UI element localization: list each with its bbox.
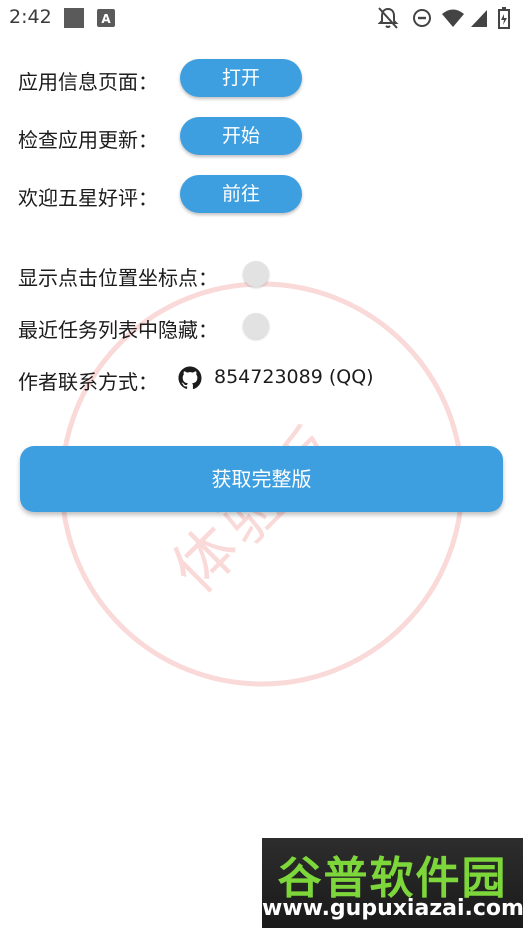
show-tap-position-label: 显示点击位置坐标点： (18, 266, 218, 290)
svg-text:A: A (101, 12, 111, 26)
app-screen: 2:42 A 应用信息页面： 打开 检查应用更新： 开始 欢迎五星好评： 前往 … (0, 0, 523, 929)
show-tap-position-toggle[interactable] (243, 261, 269, 287)
cell-signal-icon (471, 10, 487, 27)
status-time: 2:42 (9, 6, 52, 28)
battery-icon (498, 7, 510, 29)
site-logo: 谷普软件园 www.gupuxiazai.com (262, 838, 523, 928)
check-update-label: 检查应用更新： (18, 128, 158, 152)
open-app-info-button[interactable]: 打开 (180, 59, 302, 97)
github-icon[interactable] (178, 366, 202, 390)
app-info-label: 应用信息页面： (18, 70, 158, 94)
check-update-button[interactable]: 开始 (180, 117, 302, 155)
contact-label: 作者联系方式： (18, 370, 158, 394)
notification-app-icon (64, 8, 84, 28)
contact-qq[interactable]: 854723089 (QQ) (214, 366, 374, 388)
do-not-disturb-icon (413, 9, 431, 27)
get-full-version-button[interactable]: 获取完整版 (20, 446, 503, 512)
hide-recents-label: 最近任务列表中隐藏： (18, 318, 218, 342)
rate-app-label: 欢迎五星好评： (18, 186, 158, 210)
site-logo-url: www.gupuxiazai.com (262, 896, 523, 921)
bell-off-icon (377, 7, 399, 29)
hide-recents-toggle[interactable] (243, 313, 269, 339)
status-bar: 2:42 A (0, 0, 523, 36)
wifi-icon (442, 9, 464, 27)
rate-app-button[interactable]: 前往 (180, 175, 302, 213)
a-app-icon: A (97, 9, 115, 27)
